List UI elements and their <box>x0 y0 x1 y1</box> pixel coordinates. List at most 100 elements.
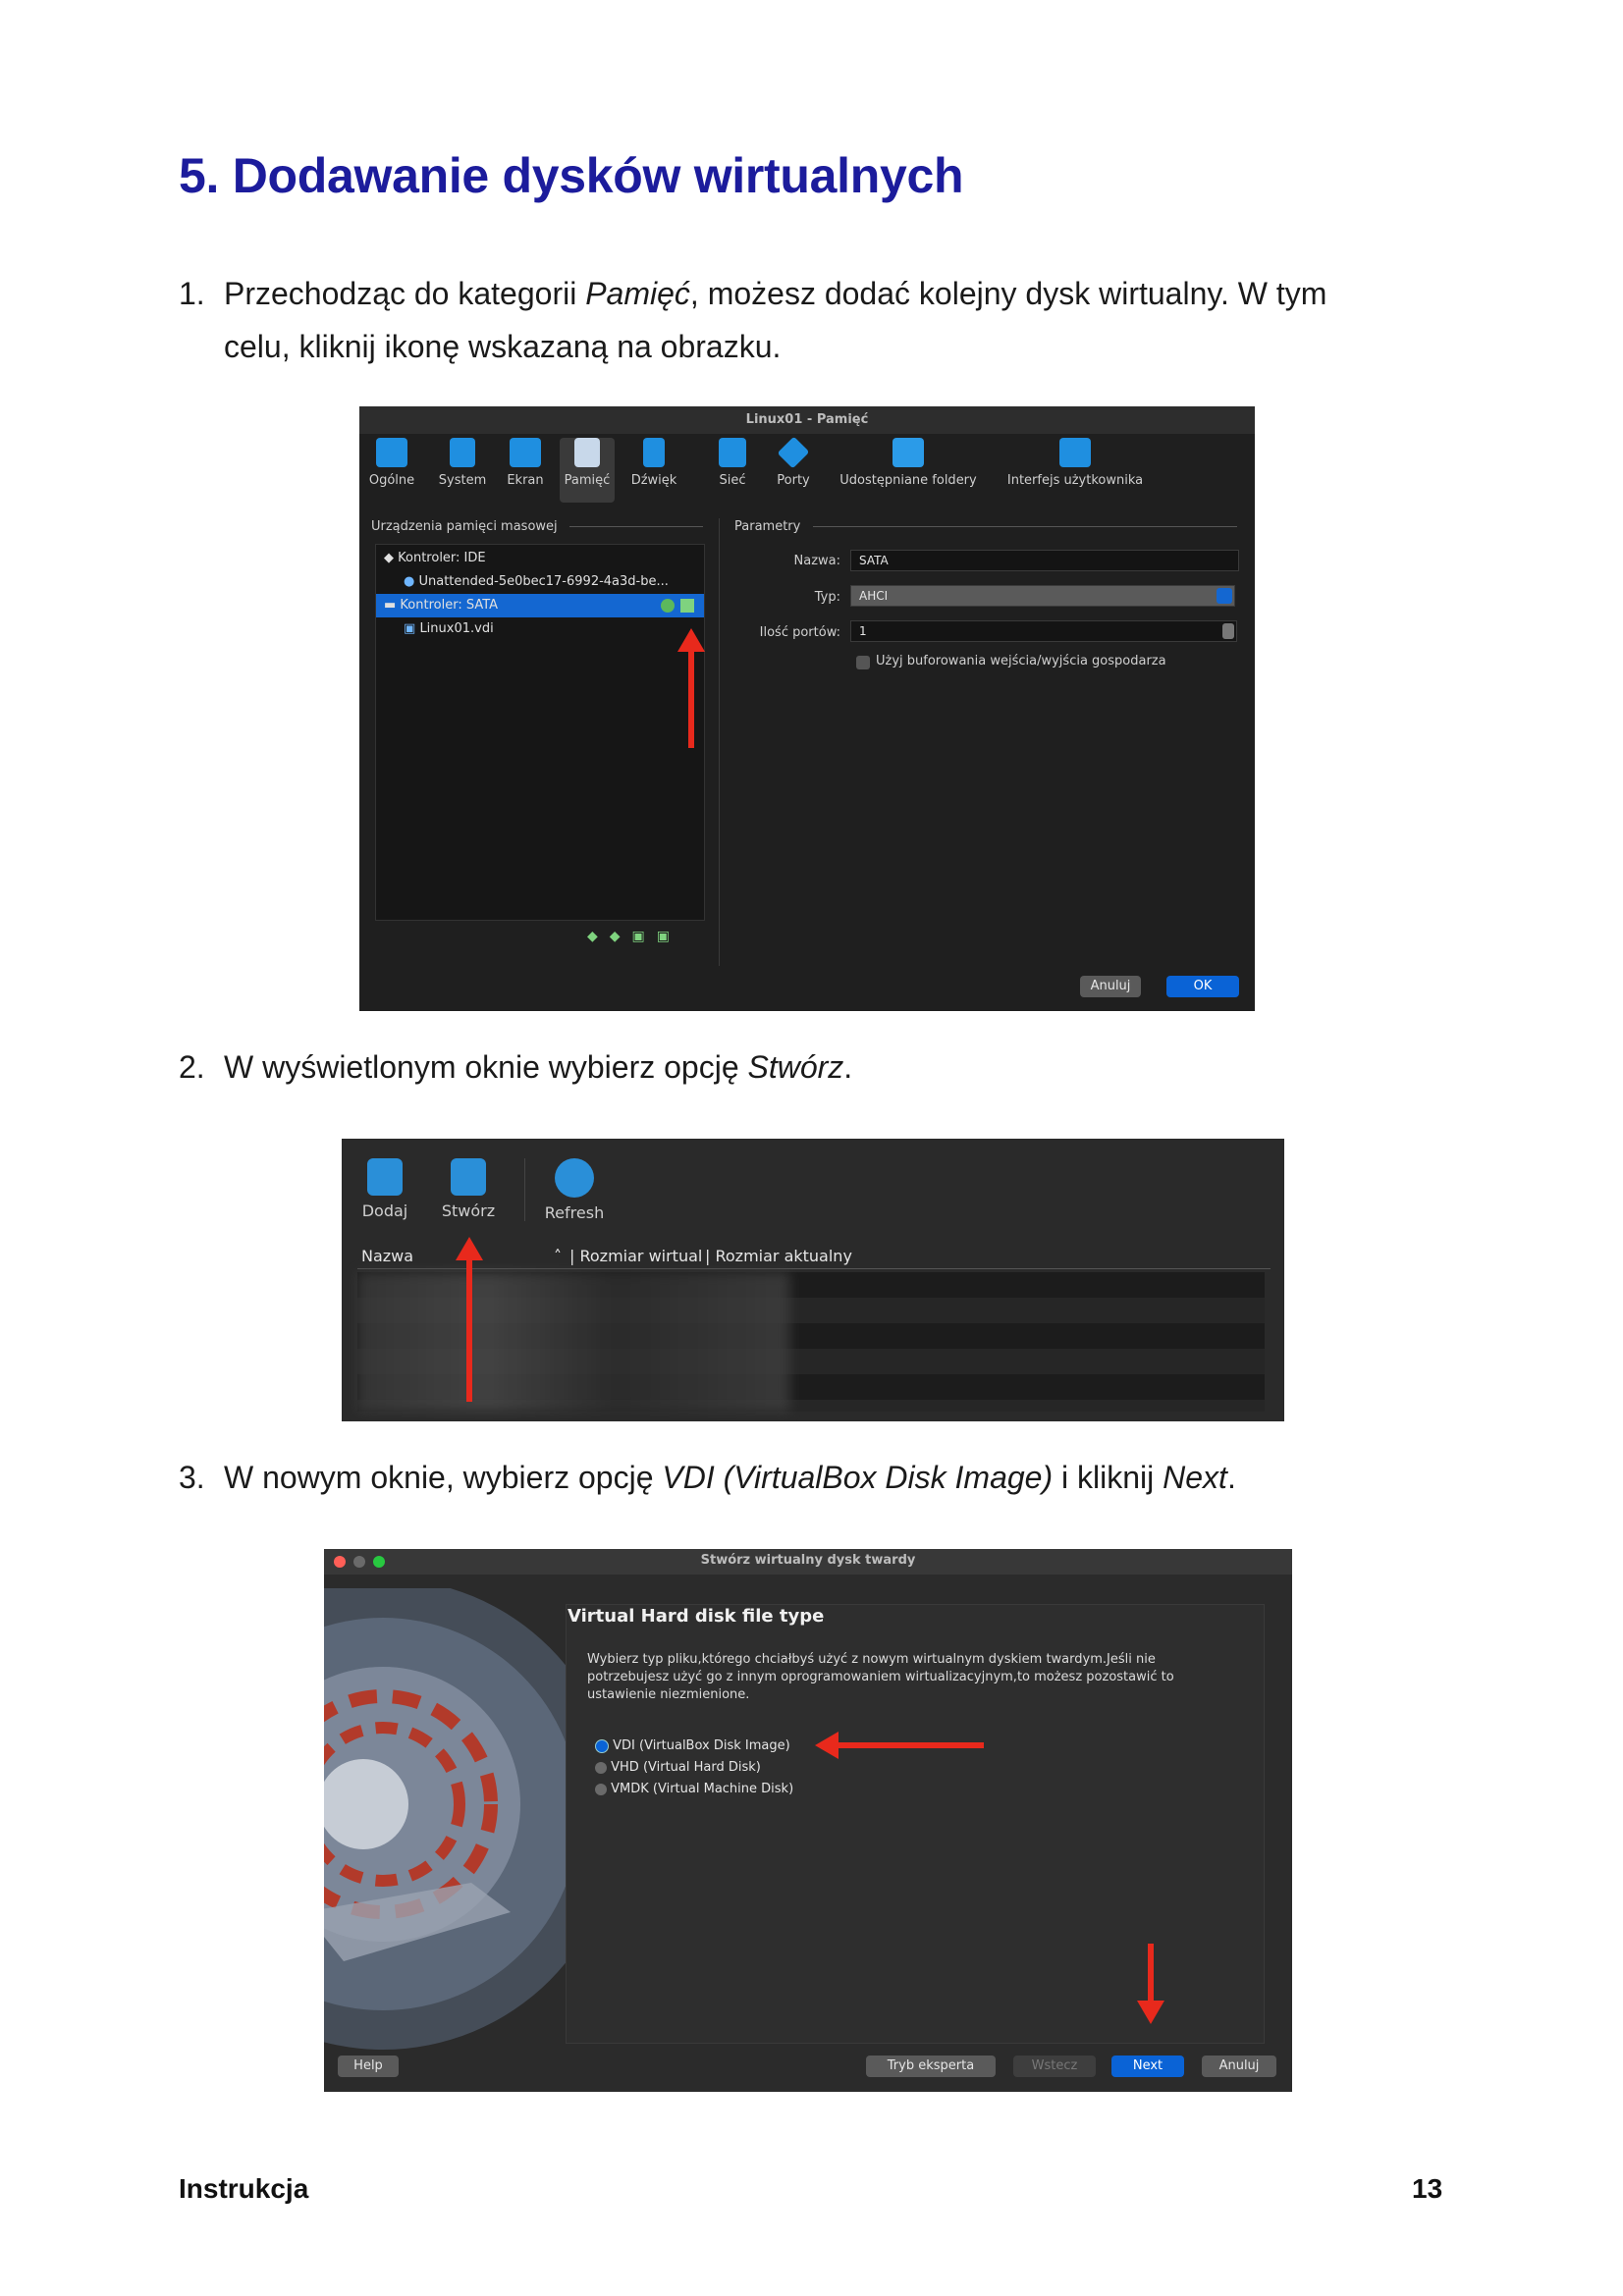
toolbar-ports[interactable]: Porty <box>772 436 815 488</box>
name-input[interactable]: SATA <box>850 550 1239 571</box>
step-text: Przechodząc do kategorii Pamięć, możesz … <box>224 276 1327 364</box>
radio-icon <box>595 1783 607 1795</box>
add-hard-disk-icon[interactable] <box>680 599 694 613</box>
step-3: 3. W nowym oknie, wybierz opcję VDI (Vir… <box>179 1451 1455 1504</box>
storage-tree[interactable]: ◆ Kontroler: IDE ● Unattended-5e0bec17-6… <box>375 544 705 921</box>
divider <box>524 1158 525 1221</box>
cache-checkbox[interactable] <box>856 656 870 669</box>
display-icon <box>510 438 541 467</box>
sort-icon: ˄ <box>554 1247 562 1265</box>
stepper-icon <box>1222 623 1234 639</box>
red-arrow-icon <box>456 1237 483 1260</box>
option-vdi[interactable]: VDI (VirtualBox Disk Image) <box>595 1735 793 1757</box>
monitor-icon <box>376 438 407 467</box>
toolbar-create[interactable]: Stwórz <box>436 1158 501 1220</box>
network-icon <box>719 438 746 467</box>
toolbar-display[interactable]: Ekran <box>501 438 550 488</box>
red-arrow-shaft <box>837 1742 984 1748</box>
page-number: 13 <box>1412 2173 1443 2204</box>
table-header: Nazwa ˄ | Rozmiar wirtual | Rozmiar aktu… <box>357 1247 1271 1269</box>
tree-item-optical-disk[interactable]: ● Unattended-5e0bec17-6992-4a3d-be... <box>376 570 704 594</box>
cd-icon: ● <box>404 574 415 589</box>
tree-action-icons[interactable]: ◆◆▣▣ <box>587 929 681 944</box>
step-2: 2. W wyświetlonym oknie wybierz opcję St… <box>179 1041 1455 1094</box>
disk-icon <box>574 438 600 467</box>
window-title: Stwórz wirtualny dysk twardy <box>700 1553 916 1568</box>
column-actual-size[interactable]: | Rozmiar aktualny <box>705 1247 852 1265</box>
ok-button[interactable]: OK <box>1166 976 1239 997</box>
red-arrow-icon <box>1137 2001 1164 2024</box>
red-arrow-shaft <box>1148 1944 1154 2002</box>
divider <box>569 526 703 527</box>
ports-icon <box>777 436 810 469</box>
attributes-label: Parametry <box>734 519 801 534</box>
window-icon <box>1059 438 1091 467</box>
file-type-options: VDI (VirtualBox Disk Image) VHD (Virtual… <box>595 1735 793 1800</box>
create-disk-icon <box>451 1158 486 1196</box>
media-manager-screenshot: Dodaj Stwórz Refresh Nazwa ˄ | Rozmiar w… <box>342 1139 1284 1421</box>
hard-disk-illustration <box>324 1588 569 2050</box>
wizard-description: Wybierz typ pliku,którego chciałbyś użyć… <box>587 1652 1174 1702</box>
chevron-down-icon <box>1217 588 1232 604</box>
cancel-button[interactable]: Anuluj <box>1080 976 1141 997</box>
cancel-button[interactable]: Anuluj <box>1202 2056 1276 2077</box>
wizard-heading: Virtual Hard disk file type <box>568 1606 825 1627</box>
page-title: 5. Dodawanie dysków wirtualnych <box>179 148 964 203</box>
red-arrow-icon <box>815 1732 839 1759</box>
type-label: Typ: <box>814 590 840 605</box>
disk-list[interactable] <box>357 1272 1265 1412</box>
ports-stepper[interactable]: 1 <box>850 620 1237 642</box>
toolbar-storage[interactable]: Pamięć <box>560 438 615 503</box>
step-number: 1. <box>179 276 205 311</box>
hard-disk-icon: ▣ <box>404 621 416 636</box>
refresh-icon <box>555 1158 594 1198</box>
red-arrow-shaft <box>466 1258 472 1402</box>
cache-checkbox-label: Użyj buforowania wejścia/wyjścia gospoda… <box>876 654 1166 668</box>
toolbar-system[interactable]: System <box>438 438 487 488</box>
option-vhd[interactable]: VHD (Virtual Hard Disk) <box>595 1757 793 1779</box>
splitter[interactable] <box>719 518 720 966</box>
toolbar-general[interactable]: Ogólne <box>367 438 416 488</box>
red-arrow-icon <box>677 628 705 652</box>
name-label: Nazwa: <box>793 554 841 568</box>
toolbar-add[interactable]: Dodaj <box>359 1158 410 1220</box>
step-number: 3. <box>179 1460 205 1495</box>
next-button[interactable]: Next <box>1111 2056 1184 2077</box>
add-disk-icon <box>367 1158 403 1196</box>
red-arrow-shaft <box>688 650 694 748</box>
ports-label: Ilość portów: <box>759 625 840 640</box>
type-select[interactable]: AHCI <box>850 585 1235 607</box>
toolbar-audio[interactable]: Dźwięk <box>626 438 681 488</box>
step-number: 2. <box>179 1049 205 1085</box>
add-optical-drive-icon[interactable] <box>661 599 675 613</box>
tree-item-ide-controller[interactable]: ◆ Kontroler: IDE <box>376 547 704 570</box>
blurred-rows <box>357 1272 789 1412</box>
toolbar-refresh[interactable]: Refresh <box>540 1158 609 1222</box>
column-virtual-size[interactable]: | Rozmiar wirtual <box>569 1247 702 1265</box>
storage-devices-label: Urządzenia pamięci masowej <box>371 519 558 534</box>
storage-settings-screenshot: Linux01 - Pamięć Ogólne System Ekran Pam… <box>359 406 1255 1011</box>
footer-label: Instrukcja <box>179 2173 309 2204</box>
speaker-icon <box>643 438 665 467</box>
radio-selected-icon <box>595 1738 609 1753</box>
step-text: W wyświetlonym oknie wybierz opcję Stwór… <box>224 1049 853 1085</box>
create-disk-wizard-screenshot: Stwórz wirtualny dysk twardy Virtual Har… <box>324 1549 1292 2092</box>
toolbar-shared-folders[interactable]: Udostępniane foldery <box>835 438 982 488</box>
window-title: Linux01 - Pamięć <box>359 406 1255 434</box>
step-1: 1. Przechodząc do kategorii Pamięć, może… <box>179 267 1455 373</box>
radio-icon <box>595 1761 607 1774</box>
toolbar-user-interface[interactable]: Interfejs użytkownika <box>1001 438 1149 488</box>
column-name[interactable]: Nazwa <box>361 1247 413 1265</box>
back-button[interactable]: Wstecz <box>1013 2056 1096 2077</box>
expert-mode-button[interactable]: Tryb eksperta <box>866 2056 996 2077</box>
folder-icon <box>893 438 924 467</box>
help-button[interactable]: Help <box>338 2056 399 2077</box>
toolbar-network[interactable]: Sieć <box>713 438 752 488</box>
chip-icon <box>450 438 475 467</box>
tree-item-sata-controller[interactable]: ▬ Kontroler: SATA <box>376 594 704 617</box>
step-text: W nowym oknie, wybierz opcję VDI (Virtua… <box>224 1460 1236 1495</box>
option-vmdk[interactable]: VMDK (Virtual Machine Disk) <box>595 1779 793 1800</box>
title-bar: Stwórz wirtualny dysk twardy <box>324 1549 1292 1575</box>
tree-item-hard-disk[interactable]: ▣ Linux01.vdi <box>376 617 704 641</box>
divider <box>813 526 1237 527</box>
